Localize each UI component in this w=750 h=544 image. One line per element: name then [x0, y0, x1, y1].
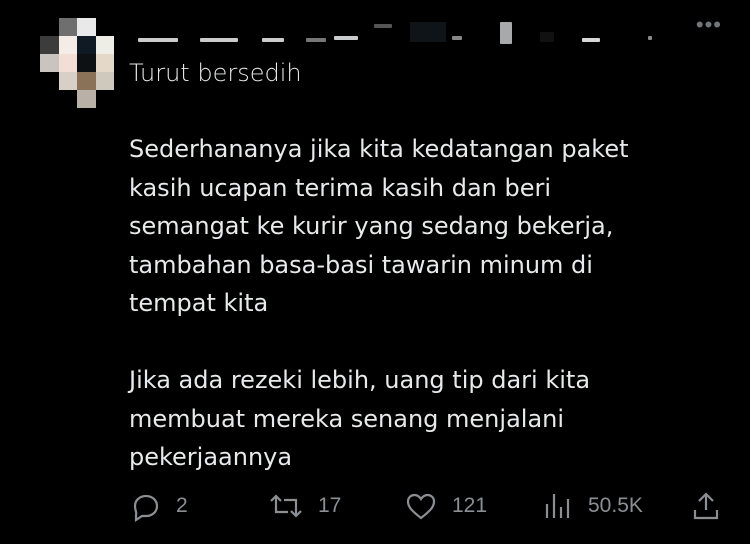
share-icon: [693, 492, 719, 520]
views-button[interactable]: 50.5K: [542, 490, 643, 522]
post-body: Sederhananya jika kita kedatangan paket …: [129, 130, 729, 515]
post-paragraph: Jika ada rezeki lebih, uang tip dari kit…: [129, 366, 591, 471]
reply-count: 2: [176, 494, 188, 517]
share-button[interactable]: [690, 490, 722, 522]
action-bar: 2 17 121 50.5K: [128, 486, 730, 526]
author-header-obscured[interactable]: [138, 18, 658, 48]
repost-icon: [270, 494, 302, 518]
views-icon: [545, 494, 570, 518]
reply-button[interactable]: 2: [128, 490, 188, 522]
like-count: 121: [452, 494, 488, 517]
like-button[interactable]: 121: [404, 490, 487, 522]
view-count: 50.5K: [588, 494, 643, 517]
more-icon[interactable]: •••: [696, 14, 722, 36]
repost-button[interactable]: 17: [268, 490, 341, 522]
avatar[interactable]: [40, 18, 114, 108]
heart-icon: [406, 493, 436, 520]
reply-icon: [133, 494, 159, 522]
reply-text: Turut bersedih: [129, 59, 302, 87]
post-paragraph: Sederhananya jika kita kedatangan paket …: [129, 135, 629, 317]
repost-count: 17: [318, 494, 342, 517]
